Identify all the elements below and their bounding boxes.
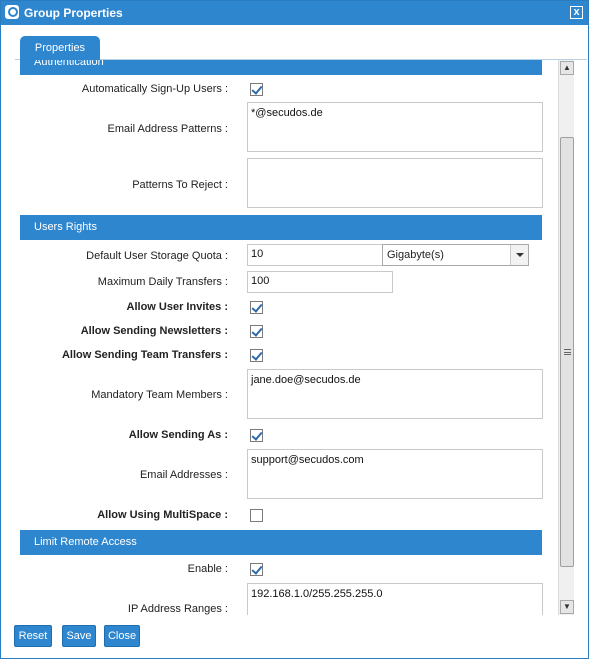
grip-icon	[564, 349, 571, 355]
section-users-rights: Users Rights	[20, 215, 542, 240]
scrollbar-thumb[interactable]	[560, 137, 574, 567]
mandatory-members-field[interactable]: jane.doe@secudos.de	[247, 369, 543, 419]
allow-multispace-label: Allow Using MultiSpace :	[97, 509, 228, 521]
patterns-reject-field[interactable]	[247, 158, 543, 208]
storage-unit-value: Gigabyte(s)	[387, 249, 444, 261]
properties-panel: Authentication Automatically Sign-Up Use…	[15, 60, 561, 615]
group-properties-window: Group Properties x Properties Authentica…	[0, 0, 589, 659]
section-authentication: Authentication	[20, 60, 542, 75]
ip-ranges-label: IP Address Ranges :	[127, 603, 228, 615]
max-daily-input[interactable]: 100	[247, 271, 393, 293]
allow-newsletters-checkbox[interactable]	[250, 325, 263, 338]
save-button[interactable]: Save	[62, 625, 96, 647]
allow-sending-as-label: Allow Sending As :	[128, 429, 228, 441]
auto-signup-label: Automatically Sign-Up Users :	[81, 83, 228, 95]
close-button[interactable]: Close	[104, 625, 140, 647]
enable-label: Enable :	[187, 563, 228, 575]
mandatory-members-label: Mandatory Team Members :	[91, 389, 228, 401]
allow-team-label: Allow Sending Team Transfers :	[61, 349, 228, 361]
email-addresses-field[interactable]: support@secudos.com	[247, 449, 543, 499]
ip-ranges-field[interactable]: 192.168.1.0/255.255.255.0	[247, 583, 543, 615]
vertical-scrollbar[interactable]: ▲ ▼	[558, 60, 574, 615]
email-patterns-field[interactable]: *@secudos.de	[247, 102, 543, 152]
storage-quota-label: Default User Storage Quota :	[86, 250, 228, 262]
email-patterns-label: Email Address Patterns :	[107, 123, 228, 135]
app-logo-icon	[5, 5, 19, 19]
auto-signup-checkbox[interactable]	[250, 83, 263, 96]
enable-checkbox[interactable]	[250, 563, 263, 576]
max-daily-label: Maximum Daily Transfers :	[97, 276, 228, 288]
allow-sending-as-checkbox[interactable]	[250, 429, 263, 442]
email-addresses-label: Email Addresses :	[139, 469, 228, 481]
window-title: Group Properties	[24, 6, 123, 20]
tab-properties[interactable]: Properties	[20, 36, 100, 60]
reset-button[interactable]: Reset	[14, 625, 52, 647]
title-bar: Group Properties x	[1, 1, 588, 25]
scroll-down-icon[interactable]: ▼	[560, 600, 574, 614]
section-limit-remote-access: Limit Remote Access	[20, 530, 542, 555]
chevron-down-icon[interactable]	[510, 245, 528, 265]
allow-newsletters-label: Allow Sending Newsletters :	[80, 325, 228, 337]
close-icon[interactable]: x	[570, 6, 583, 19]
scroll-up-icon[interactable]: ▲	[560, 61, 574, 75]
storage-quota-input[interactable]: 10	[247, 244, 393, 266]
allow-invites-checkbox[interactable]	[250, 301, 263, 314]
allow-team-checkbox[interactable]	[250, 349, 263, 362]
allow-multispace-checkbox[interactable]	[250, 509, 263, 522]
storage-unit-select[interactable]: Gigabyte(s)	[382, 244, 529, 266]
tab-bar: Properties	[15, 36, 587, 60]
allow-invites-label: Allow User Invites :	[126, 301, 228, 313]
patterns-reject-label: Patterns To Reject :	[132, 179, 228, 191]
